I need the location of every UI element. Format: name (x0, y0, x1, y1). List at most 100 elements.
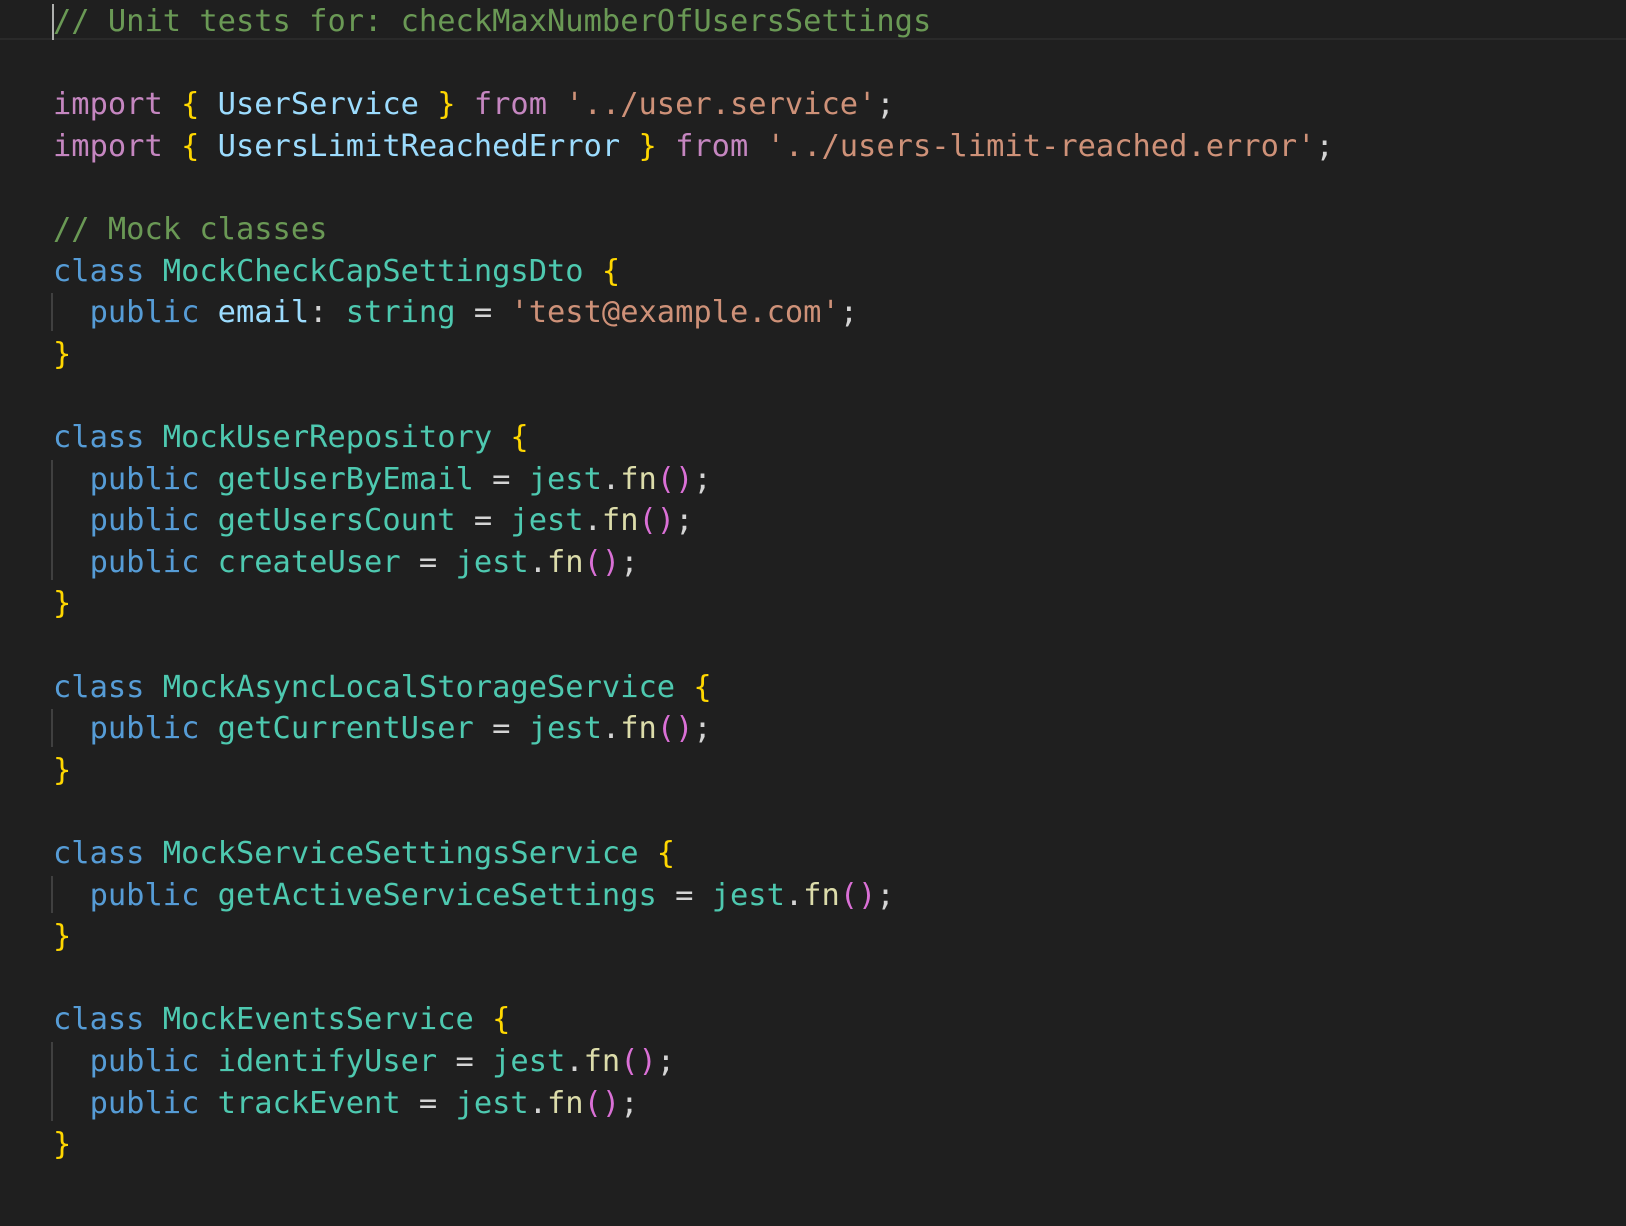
code-token: UsersLimitReachedError (217, 128, 621, 164)
code-line[interactable]: // Unit tests for: checkMaxNumberOfUsers… (53, 0, 931, 43)
code-token: fn (601, 503, 639, 539)
indent-guide (51, 1042, 53, 1122)
code-token: ; (693, 461, 712, 497)
code-token: () (656, 461, 694, 497)
code-token: ; (693, 711, 712, 747)
code-token: ; (1315, 128, 1334, 164)
code-token: { (693, 669, 712, 705)
code-token: ; (620, 1085, 639, 1121)
code-line[interactable]: } (53, 915, 71, 958)
code-line[interactable]: class MockUserRepository { (53, 416, 529, 459)
code-token: public (89, 1044, 200, 1079)
code-token: jest (455, 544, 529, 580)
code-token: ; (876, 87, 895, 123)
code-line[interactable]: public identifyUser = jest.fn(); (53, 1040, 676, 1083)
code-token: fn (547, 544, 584, 580)
code-line[interactable]: import { UserService } from '../user.ser… (53, 83, 895, 126)
code-token: ; (620, 544, 639, 580)
code-line[interactable]: } (53, 1123, 71, 1166)
code-token: = (437, 1044, 493, 1079)
code-token: email (217, 295, 310, 331)
code-line[interactable]: // Mock classes (53, 208, 327, 251)
code-token: public (89, 295, 200, 331)
code-token: = (473, 461, 529, 497)
code-token: } (437, 87, 456, 123)
code-token: { (601, 253, 621, 289)
code-token: public (89, 461, 200, 497)
code-token: '../user.service' (565, 87, 877, 123)
code-token: jest (528, 711, 602, 747)
code-line[interactable]: public email: string = 'test@example.com… (53, 291, 858, 334)
code-token: MockServiceSettingsService (162, 836, 639, 871)
code-token: : (309, 295, 346, 331)
code-line[interactable]: class MockServiceSettingsService { (53, 832, 675, 875)
code-token: // Mock classes (53, 212, 328, 247)
code-line[interactable]: public trackEvent = jest.fn(); (53, 1082, 639, 1125)
code-token: ; (839, 295, 859, 331)
code-token: fn (583, 1044, 621, 1079)
code-token: } (53, 336, 72, 372)
code-token: UserService (217, 87, 419, 123)
code-token: class (53, 253, 145, 289)
code-token: getCurrentUser (217, 711, 474, 747)
code-token: class (53, 669, 145, 705)
code-token: import (53, 87, 163, 123)
code-line[interactable]: } (53, 749, 71, 792)
code-token: { (181, 128, 200, 164)
code-token: jest (528, 461, 602, 497)
code-token: 'test@example.com' (510, 295, 840, 331)
code-token: } (638, 128, 657, 164)
code-token: fn (547, 1085, 584, 1121)
code-editor[interactable]: // Unit tests for: checkMaxNumberOfUsers… (0, 0, 1626, 1226)
code-token: . (528, 544, 548, 580)
code-token: jest (510, 503, 584, 539)
code-token: public (89, 1085, 200, 1121)
code-token: ; (876, 877, 895, 913)
code-token: public (89, 711, 200, 747)
code-token: = (400, 1085, 456, 1121)
code-token: createUser (217, 544, 401, 580)
code-token: ; (656, 1044, 676, 1079)
code-token: . (565, 1044, 584, 1079)
code-token: . (601, 711, 621, 747)
code-token: fn (620, 461, 657, 497)
code-token: { (181, 87, 200, 123)
code-line[interactable]: class MockCheckCapSettingsDto { (53, 250, 620, 293)
code-line[interactable]: class MockEventsService { (53, 998, 510, 1041)
code-line[interactable]: import { UsersLimitReachedError } from '… (53, 125, 1334, 168)
code-token: MockUserRepository (162, 420, 493, 455)
code-token: = (455, 503, 511, 539)
code-token: { (492, 1002, 511, 1038)
code-line[interactable]: public getUsersCount = jest.fn(); (53, 499, 694, 542)
code-token: { (510, 420, 529, 455)
code-line[interactable]: } (53, 582, 71, 625)
code-line[interactable]: public getActiveServiceSettings = jest.f… (53, 874, 895, 917)
code-line[interactable]: class MockAsyncLocalStorageService { (53, 666, 712, 709)
code-line[interactable]: } (53, 333, 71, 376)
code-token: jest (711, 877, 785, 913)
code-token: jest (492, 1044, 566, 1079)
code-line[interactable]: public createUser = jest.fn(); (53, 541, 639, 584)
code-line[interactable]: public getUserByEmail = jest.fn(); (53, 458, 712, 501)
code-token: } (53, 752, 72, 788)
code-token: = (473, 711, 529, 747)
code-token: MockEventsService (162, 1002, 474, 1038)
code-line[interactable]: public getCurrentUser = jest.fn(); (53, 707, 712, 750)
